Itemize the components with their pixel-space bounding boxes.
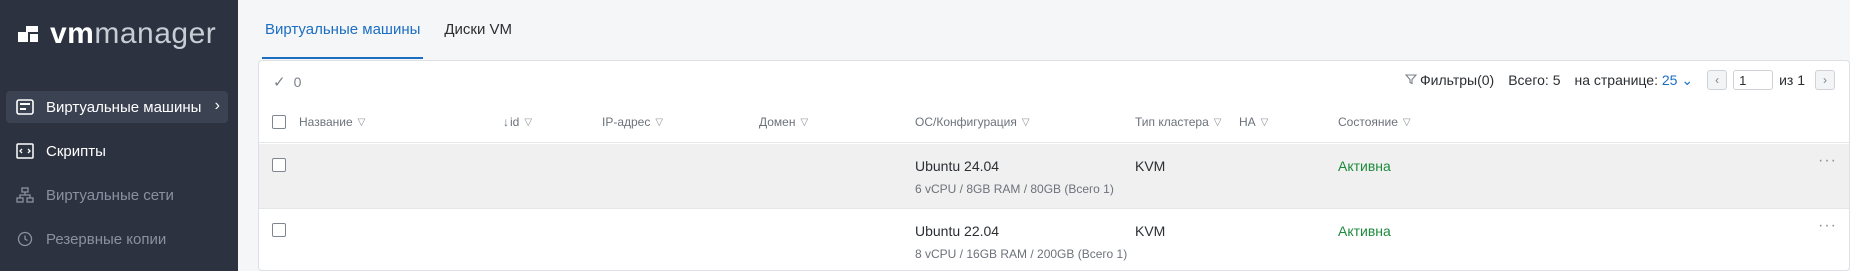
col-state-label: Состояние [1338,115,1398,129]
filter-icon[interactable]: ▽ [801,117,809,128]
total-count: Всего: 5 [1508,72,1561,88]
sidebar-item-virtual-networks[interactable]: Виртуальные сети [6,179,228,211]
col-ha-label: HA [1239,115,1256,129]
row-config: 8 vCPU / 16GB RAM / 200GB (Всего 1) [915,247,1128,261]
page-number-input[interactable] [1733,70,1774,90]
vm-table-panel: ✓ 0 Фильтры(0) Всего: 5 на странице: 25 … [258,60,1850,271]
filter-icon[interactable]: ▽ [1261,117,1269,128]
check-icon: ✓ [273,74,286,91]
col-os[interactable]: ОС/Конфигурация ▽ [915,115,1030,129]
row-cluster: KVM [1135,158,1166,174]
col-os-label: ОС/Конфигурация [915,115,1017,129]
col-id-label: id [510,115,520,129]
col-state[interactable]: Состояние ▽ [1338,115,1411,129]
next-page-button[interactable]: › [1815,70,1835,90]
logo-text: vmmanager [50,19,216,49]
col-ip[interactable]: IP-адрес ▽ [602,115,663,129]
filter-icon[interactable]: ▽ [1403,117,1411,128]
col-name-label: Название [299,115,353,129]
more-actions-icon[interactable]: ··· [1818,217,1837,235]
table-toolbar: ✓ 0 Фильтры(0) Всего: 5 на странице: 25 … [259,61,1849,101]
col-ip-label: IP-адрес [602,115,651,129]
row-checkbox[interactable] [272,223,286,237]
filters-label: Фильтры(0) [1419,72,1495,88]
sidebar-item-label: Резервные копии [46,230,167,248]
sidebar-item-virtual-machines[interactable]: Виртуальные машины › [6,91,228,123]
backup-icon [14,229,36,249]
logo-text-vm: vm [50,17,95,50]
chevron-down-icon: ⌄ [1681,71,1694,88]
logo[interactable]: vmmanager [18,16,216,52]
chevron-right-icon: › [214,97,220,114]
prev-page-button[interactable]: ‹ [1707,70,1728,90]
filter-icon[interactable]: ▽ [1214,117,1222,128]
row-status: Активна [1338,223,1391,239]
per-page-select[interactable]: 25 ⌄ [1662,72,1693,88]
chevron-right-icon: › [1823,73,1827,87]
network-icon [14,185,36,205]
per-page-value: 25 [1661,71,1678,88]
col-ha[interactable]: HA ▽ [1239,115,1268,129]
total-pages: 1 [1797,72,1805,88]
row-os: Ubuntu 24.04 [915,158,1000,174]
row-checkbox[interactable] [272,158,286,172]
row-os: Ubuntu 22.04 [915,223,1000,239]
select-all-checkbox[interactable] [272,115,286,129]
col-cluster-label: Тип кластера [1135,115,1209,129]
col-id[interactable]: ↓ id ▽ [503,115,532,129]
chevron-left-icon: ‹ [1715,73,1720,87]
col-name[interactable]: Название ▽ [299,115,365,129]
sidebar-item-backups[interactable]: Резервные копии [6,223,228,255]
table-row[interactable]: Ubuntu 24.04 6 vCPU / 8GB RAM / 80GB (Вс… [259,144,1849,208]
row-cluster: KVM [1135,223,1166,239]
sidebar-item-scripts[interactable]: Скрипты [6,135,228,167]
row-status: Активна [1338,158,1391,174]
per-page-control: на странице: 25 ⌄ [1574,72,1693,89]
vm-icon [14,97,36,117]
sidebar: vmmanager Виртуальные машины › Скрипты В… [0,0,238,271]
filter-icon[interactable]: ▽ [358,117,366,128]
logo-text-manager: manager [94,17,217,50]
row-config: 6 vCPU / 8GB RAM / 80GB (Всего 1) [915,182,1114,196]
selected-count: 0 [293,74,302,90]
logo-mark-icon [18,24,46,44]
script-icon [14,141,36,161]
filters-button[interactable]: Фильтры(0) [1404,72,1495,88]
col-domain[interactable]: Домен ▽ [759,115,808,129]
col-cluster[interactable]: Тип кластера ▽ [1135,115,1221,129]
per-page-label: на странице: [1574,71,1658,88]
sidebar-item-label: Скрипты [46,142,106,160]
tab-vm-disks[interactable]: Диски VM [441,0,515,59]
filter-icon[interactable]: ▽ [524,117,532,128]
sidebar-item-label: Виртуальные машины [46,98,202,116]
filter-icon [1404,72,1418,88]
sidebar-item-label: Виртуальные сети [46,186,174,204]
sidebar-nav: Виртуальные машины › Скрипты Виртуальные… [6,91,228,267]
col-domain-label: Домен [759,115,796,129]
main-content: Виртуальные машины Диски VM ✓ 0 Фильтры(… [238,0,1850,271]
table-header: Название ▽ ↓ id ▽ IP-адрес ▽ Домен ▽ ОС/Конфи… [259,101,1849,169]
toolbar-right: Фильтры(0) Всего: 5 на странице: 25 ⌄ ‹ … [1404,70,1835,90]
tab-virtual-machines[interactable]: Виртуальные машины [262,0,424,59]
filter-icon[interactable]: ▽ [1022,117,1030,128]
more-actions-icon[interactable]: ··· [1818,152,1837,170]
sort-icon: ↓ [503,115,509,129]
selection-counter: ✓ 0 [273,73,301,91]
table-row[interactable]: Ubuntu 22.04 8 vCPU / 16GB RAM / 200GB (… [259,209,1849,271]
tabs: Виртуальные машины Диски VM [262,0,533,59]
filter-icon[interactable]: ▽ [655,117,663,128]
page-of-label: из [1779,72,1794,88]
